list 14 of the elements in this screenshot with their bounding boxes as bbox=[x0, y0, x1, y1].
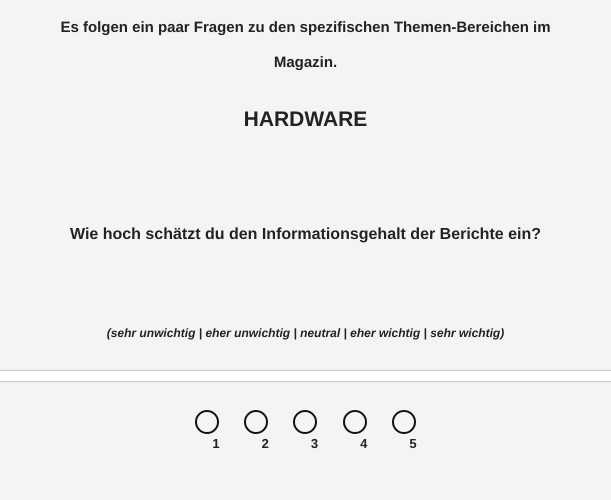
radio-button[interactable] bbox=[392, 410, 416, 434]
section-title: HARDWARE bbox=[244, 108, 368, 132]
radio-button[interactable] bbox=[293, 410, 318, 434]
option-label: 4 bbox=[360, 436, 368, 451]
option-label: 1 bbox=[212, 436, 220, 451]
option-label: 5 bbox=[409, 436, 417, 451]
option-label: 2 bbox=[262, 436, 269, 451]
scale-hint: (sehr unwichtig | eher unwichtig | neutral | eher wichtig | sehr wichtig) bbox=[106, 326, 504, 340]
radio-button[interactable] bbox=[244, 410, 268, 434]
radio-button[interactable] bbox=[195, 410, 220, 434]
option-label: 3 bbox=[310, 436, 318, 451]
intro-text: Es folgen ein paar Fragen zu den spezifischen Themen-Bereichen im Magazin. bbox=[59, 18, 552, 73]
radio-button[interactable] bbox=[342, 410, 367, 434]
question-text: Wie hoch schätzt du den Informationsgehalt der Berichte ein? bbox=[70, 226, 542, 244]
